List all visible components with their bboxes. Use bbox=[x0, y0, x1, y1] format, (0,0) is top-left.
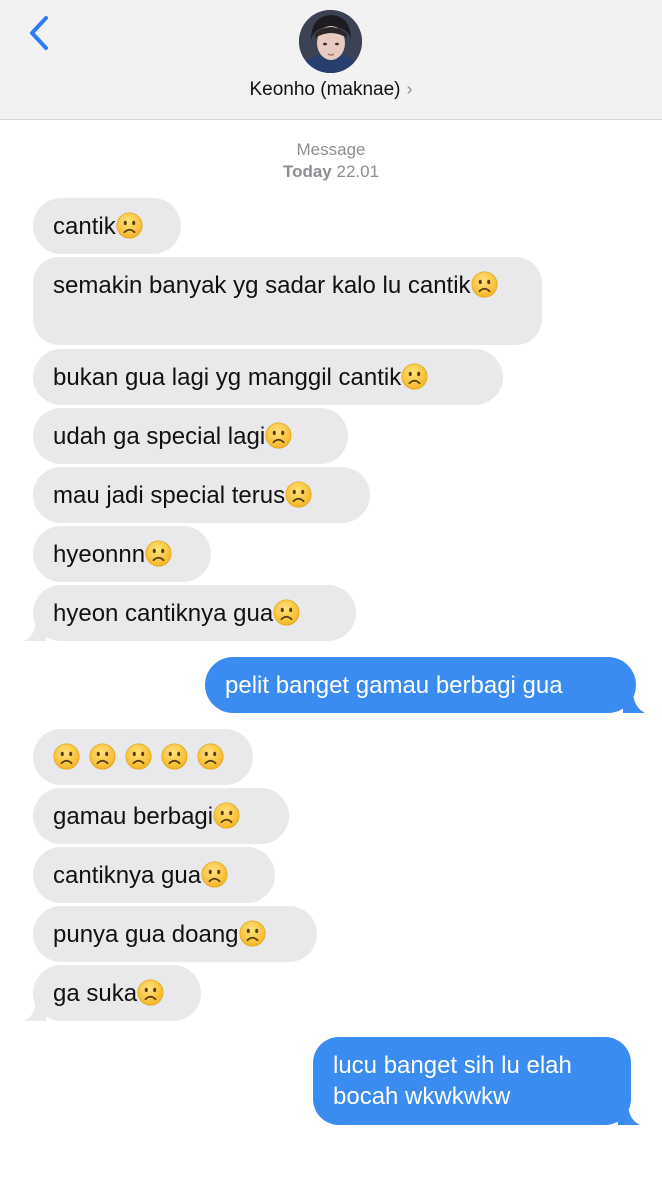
back-button[interactable] bbox=[22, 14, 62, 54]
message-text: lucu banget sih lu elah bocah wkwkwkw bbox=[333, 1052, 572, 1110]
message-text: gamau berbagi bbox=[53, 803, 214, 830]
incoming-message-bubble[interactable]: cantiknya gua bbox=[33, 847, 275, 903]
frowning-face-emoji-icon bbox=[201, 861, 228, 888]
message-text: hyeon cantiknya gua bbox=[53, 600, 274, 627]
frowning-face-emoji-icon bbox=[401, 363, 428, 390]
frowning-face-emoji-icon bbox=[197, 743, 224, 770]
incoming-message-bubble[interactable]: hyeonnn bbox=[33, 526, 211, 582]
bubble-tail bbox=[24, 999, 46, 1021]
frowning-face-emoji-icon bbox=[137, 979, 164, 1006]
frowning-face-emoji-icon bbox=[273, 599, 300, 626]
incoming-message-bubble[interactable]: hyeon cantiknya gua bbox=[33, 585, 356, 641]
incoming-message-bubble[interactable]: punya gua doang bbox=[33, 906, 317, 962]
timestamp-time: 22.01 bbox=[336, 162, 380, 181]
incoming-message-bubble[interactable]: bukan gua lagi yg manggil cantik bbox=[33, 349, 503, 405]
message-text: udah ga special lagi bbox=[53, 423, 266, 450]
avatar[interactable] bbox=[299, 10, 362, 73]
frowning-face-emoji-icon bbox=[285, 481, 312, 508]
frowning-face-emoji-icon bbox=[116, 212, 143, 239]
frowning-face-emoji-icon bbox=[145, 540, 172, 567]
service-text: Message bbox=[296, 140, 366, 159]
frowning-face-emoji-icon bbox=[89, 743, 116, 770]
bubble-tail bbox=[618, 1103, 640, 1125]
frowning-face-emoji-icon bbox=[265, 422, 292, 449]
frowning-face-emoji-icon bbox=[239, 920, 266, 947]
message-text: hyeonnn bbox=[53, 541, 146, 568]
incoming-message-bubble[interactable]: ga suka bbox=[33, 965, 201, 1021]
incoming-message-bubble[interactable]: gamau berbagi bbox=[33, 788, 289, 844]
incoming-message-bubble[interactable]: cantik bbox=[33, 198, 181, 254]
contact-name-button[interactable]: Keonho (maknae) › bbox=[0, 79, 662, 101]
incoming-message-bubble[interactable] bbox=[33, 729, 253, 785]
timestamp-day: Today bbox=[282, 162, 332, 181]
message-text: punya gua doang bbox=[53, 921, 239, 948]
chevron-right-icon: › bbox=[406, 79, 413, 99]
outgoing-message-bubble[interactable]: pelit banget gamau berbagi gua bbox=[205, 657, 636, 713]
incoming-message-bubble[interactable]: mau jadi special terus bbox=[33, 467, 370, 523]
message-text: semakin banyak yg sadar kalo lu cantik bbox=[53, 272, 471, 299]
message-text: bukan gua lagi yg manggil cantik bbox=[53, 364, 402, 391]
service-label: Message bbox=[0, 140, 662, 160]
message-text: mau jadi special terus bbox=[53, 482, 286, 509]
avatar-photo bbox=[299, 10, 362, 73]
conversation-header: Keonho (maknae) › bbox=[0, 0, 662, 120]
frowning-face-emoji-icon bbox=[53, 743, 80, 770]
bubble-tail bbox=[623, 691, 645, 713]
frowning-face-emoji-icon bbox=[213, 802, 240, 829]
incoming-message-bubble[interactable]: semakin banyak yg sadar kalo lu cantik bbox=[33, 257, 542, 345]
outgoing-message-bubble[interactable]: lucu banget sih lu elah bocah wkwkwkw bbox=[313, 1037, 631, 1125]
message-text: pelit banget gamau berbagi gua bbox=[225, 672, 563, 699]
message-text: cantiknya gua bbox=[53, 862, 202, 889]
message-text: cantik bbox=[53, 213, 116, 240]
frowning-face-emoji-icon bbox=[125, 743, 152, 770]
timestamp: Today 22.01 bbox=[0, 162, 662, 182]
frowning-face-emoji-icon bbox=[161, 743, 188, 770]
chevron-left-icon bbox=[30, 16, 48, 50]
frowning-face-emoji-icon bbox=[471, 271, 498, 298]
message-text: ga suka bbox=[53, 980, 138, 1007]
contact-name: Keonho (maknae) bbox=[249, 79, 401, 100]
bubble-tail bbox=[24, 619, 46, 641]
incoming-message-bubble[interactable]: udah ga special lagi bbox=[33, 408, 348, 464]
